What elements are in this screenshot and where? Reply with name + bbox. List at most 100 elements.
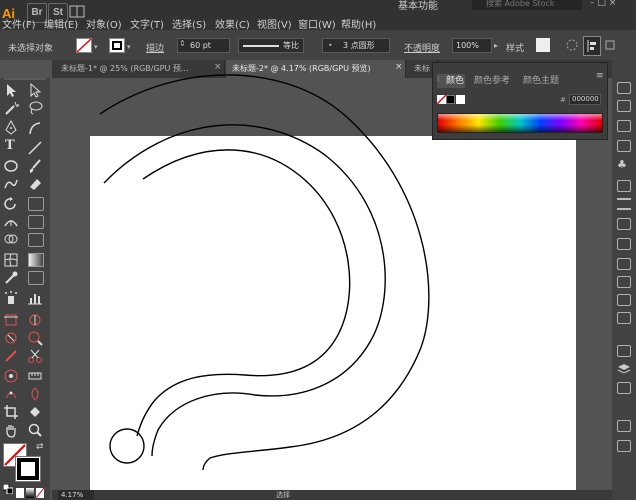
menu-help[interactable]: 帮助(H)	[341, 16, 376, 31]
fill-swatch[interactable]	[76, 38, 92, 53]
ellipse-tool-icon[interactable]	[3, 158, 19, 177]
artboard[interactable]	[90, 136, 576, 500]
swap-fill-stroke-icon[interactable]: ⇄	[36, 442, 44, 452]
close-icon[interactable]: ×	[395, 62, 403, 72]
measure-tool-icon[interactable]	[27, 368, 43, 387]
shaper-tool-icon[interactable]	[3, 176, 19, 195]
color-mode-buttons[interactable]	[16, 488, 44, 498]
transparency-icon[interactable]	[617, 238, 631, 250]
toolbox-grip[interactable]	[4, 78, 46, 80]
knife-tool-icon[interactable]	[3, 348, 19, 367]
artboard-tool-icon[interactable]	[3, 312, 19, 331]
menu-view[interactable]: 视图(V)	[257, 16, 292, 31]
recolor-icon[interactable]	[565, 38, 579, 52]
panel-grip-icon[interactable]: ⁞	[437, 75, 439, 83]
gradient-tool-icon[interactable]	[28, 253, 44, 267]
tab-document-2[interactable]: 未标题-2* @ 4.17% (RGB/GPU 预览)	[226, 60, 406, 78]
panel-menu-icon[interactable]: ≡	[596, 71, 604, 81]
symbols-icon[interactable]: ♣	[617, 158, 627, 171]
graphic-styles-icon[interactable]	[617, 180, 631, 192]
type-tool-icon[interactable]: T	[5, 138, 15, 153]
stepper-icon[interactable]: ⇕	[179, 39, 186, 48]
stroke-swatch[interactable]	[109, 38, 125, 53]
tab-color-themes[interactable]: 颜色主题	[523, 73, 559, 86]
menu-object[interactable]: 对象(O)	[86, 16, 122, 31]
mesh-tool-icon[interactable]	[3, 252, 19, 271]
gradient-panel-icon[interactable]	[617, 218, 631, 230]
paintbrush-tool-icon[interactable]	[27, 158, 43, 177]
blend-tool-icon[interactable]	[28, 271, 44, 285]
libraries-icon[interactable]	[617, 82, 631, 94]
swatches-icon[interactable]	[617, 120, 631, 132]
puppet-warp-tool-icon[interactable]	[3, 368, 19, 387]
tab-color[interactable]: 颜色	[446, 73, 464, 86]
panel-stroke-swatch[interactable]	[446, 95, 455, 104]
crop-tool-icon[interactable]	[3, 404, 19, 423]
direct-selection-tool-icon[interactable]	[27, 82, 43, 101]
hand-icon[interactable]	[3, 422, 19, 441]
tab-document-1[interactable]: 未标题-1* @ 25% (RGB/GPU 预...	[55, 60, 225, 78]
color-spectrum[interactable]	[437, 113, 603, 133]
menu-select[interactable]: 选择(S)	[172, 16, 206, 31]
selection-tool-icon[interactable]	[3, 82, 19, 101]
shape-builder-tool-icon[interactable]	[3, 232, 19, 251]
menu-type[interactable]: 文字(T)	[130, 16, 164, 31]
scale-tool-icon[interactable]	[28, 197, 44, 211]
navigator-icon[interactable]	[617, 440, 631, 452]
chevron-right-icon[interactable]: ▸	[494, 41, 498, 50]
window-controls[interactable]: – □ ×	[590, 0, 630, 10]
reshape-tool-icon[interactable]	[3, 386, 19, 405]
magnifier-icon[interactable]	[27, 422, 43, 441]
stroke-label[interactable]: 描边	[146, 41, 164, 54]
style-swatch[interactable]	[536, 38, 550, 52]
appearance-icon[interactable]	[617, 258, 631, 270]
menu-window[interactable]: 窗口(W)	[298, 16, 336, 31]
lasso-tool-icon[interactable]	[27, 100, 43, 119]
eraser-tool-icon[interactable]	[27, 176, 43, 195]
pathfinder-icon[interactable]	[617, 294, 631, 306]
eyedropper-tool-icon[interactable]	[3, 270, 19, 289]
transform-icon[interactable]	[604, 38, 616, 52]
warp-tool-icon[interactable]	[27, 386, 43, 405]
rotate-tool-icon[interactable]	[3, 196, 19, 215]
align-icon[interactable]	[583, 36, 601, 56]
magic-wand-tool-icon[interactable]	[3, 100, 21, 119]
artboards-icon[interactable]	[617, 382, 631, 394]
chevron-down-icon[interactable]: ▾	[94, 43, 98, 51]
chevron-down-icon[interactable]: ▾	[127, 43, 131, 51]
zoom-field[interactable]: 4.17%	[58, 490, 94, 500]
brushes-icon[interactable]	[617, 140, 631, 152]
symbol-sprayer-tool-icon[interactable]	[3, 290, 19, 309]
align-panel-icon[interactable]	[617, 276, 631, 288]
free-transform-tool-icon[interactable]	[28, 215, 44, 229]
panel-white-swatch[interactable]	[456, 95, 465, 104]
menu-effect[interactable]: 效果(C)	[215, 16, 250, 31]
workspace-switcher[interactable]: 基本功能	[398, 0, 438, 12]
close-icon[interactable]: ×	[214, 62, 222, 72]
pen-tool-icon[interactable]	[3, 119, 19, 139]
slice-tool-icon[interactable]	[27, 312, 43, 331]
graph-tool-icon[interactable]	[27, 290, 43, 309]
hand-tool-icon[interactable]	[3, 330, 19, 349]
stroke-panel-icon[interactable]	[617, 198, 631, 210]
asset-export-icon[interactable]	[617, 345, 631, 357]
info-icon[interactable]	[617, 420, 631, 432]
properties-icon[interactable]	[617, 100, 631, 112]
line-tool-icon[interactable]	[27, 140, 43, 159]
transform-panel-icon[interactable]	[617, 312, 631, 324]
zoom-tool-icon[interactable]	[27, 330, 43, 349]
panel-fill-swatch[interactable]	[436, 94, 447, 105]
paint-bucket-tool-icon[interactable]	[27, 404, 43, 423]
width-tool-icon[interactable]	[3, 214, 19, 233]
opacity-label[interactable]: 不透明度	[404, 41, 440, 54]
stroke-indicator[interactable]	[15, 456, 41, 482]
stock-search-input[interactable]: 搜索 Adobe Stock	[472, 0, 582, 10]
scissors-tool-icon[interactable]	[27, 348, 43, 367]
menu-edit[interactable]: 编辑(E)	[44, 16, 78, 31]
default-colors-icon[interactable]	[2, 483, 14, 495]
opacity-field[interactable]: 100%	[452, 38, 492, 53]
hex-input[interactable]: 000000	[569, 94, 601, 105]
perspective-grid-tool-icon[interactable]	[28, 233, 44, 247]
layers-icon[interactable]	[617, 362, 631, 379]
tab-color-guide[interactable]: 颜色参考	[474, 73, 510, 86]
